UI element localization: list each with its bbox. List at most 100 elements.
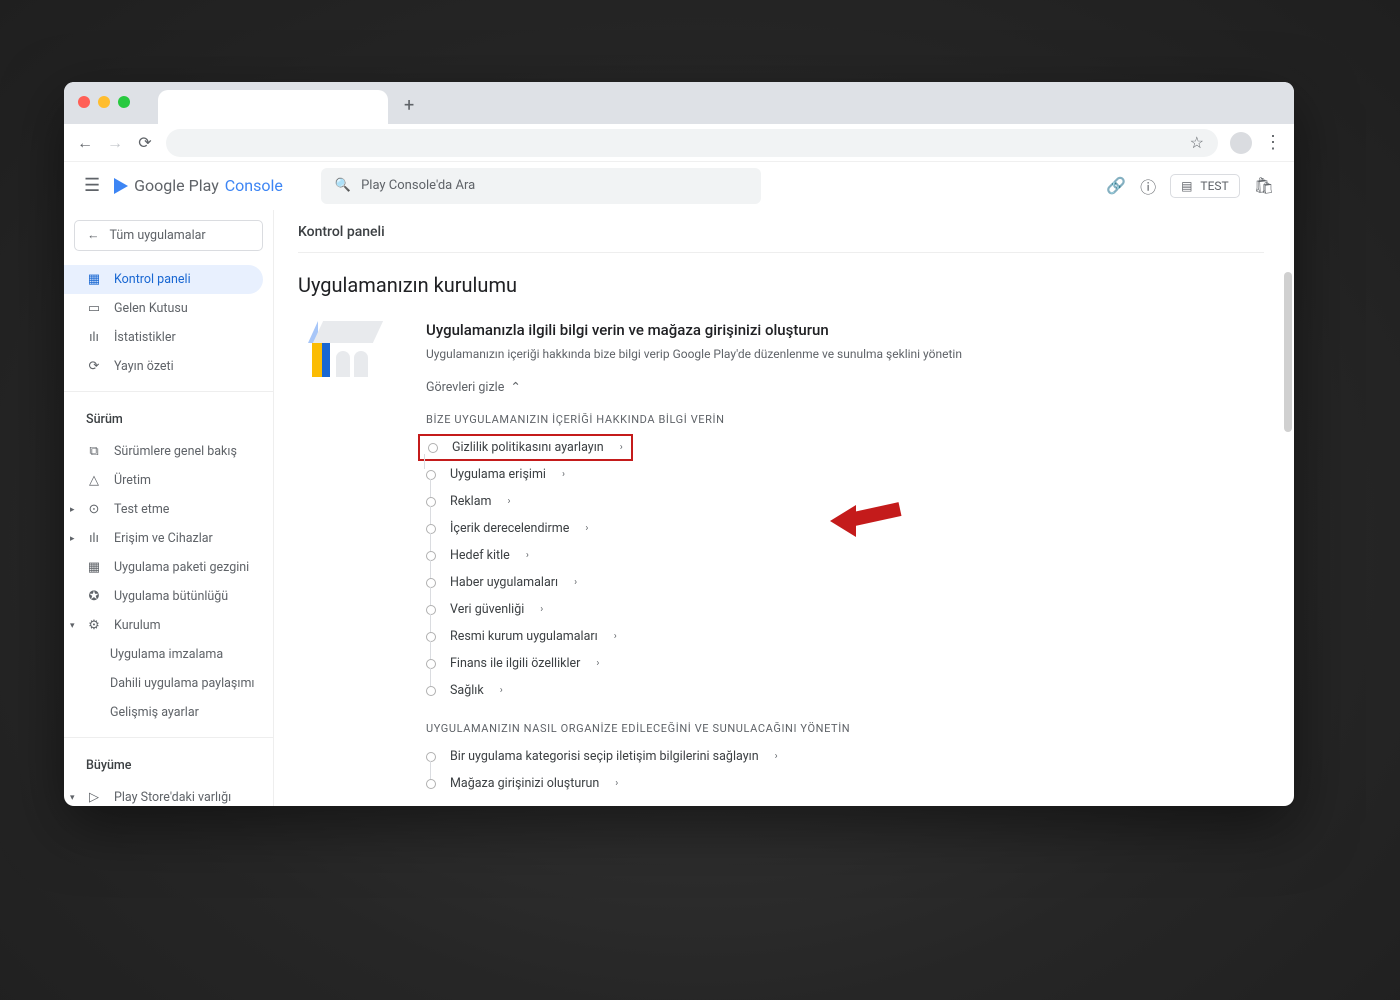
stats-icon: ılı xyxy=(86,330,102,345)
task-status-circle xyxy=(426,578,436,588)
caret-right-icon: ▸ xyxy=(70,505,75,515)
task-financial-features[interactable]: Finans ile ilgili özellikler› xyxy=(426,650,1264,677)
caret-down-icon: ▾ xyxy=(70,793,75,803)
app-search[interactable]: 🔍 Play Console'da Ara xyxy=(321,168,761,204)
address-bar[interactable]: ☆ xyxy=(166,129,1218,157)
sidebar-item-label: İstatistikler xyxy=(114,330,176,345)
sidebar-item-statistics[interactable]: ılı İstatistikler xyxy=(64,323,273,352)
header-actions: 🔗 ⓘ ▤ TEST 🛍 xyxy=(1106,174,1274,198)
new-tab-button[interactable]: + xyxy=(404,95,414,116)
task-content-rating[interactable]: İçerik derecelendirme› xyxy=(426,515,1264,542)
chevron-right-icon: › xyxy=(540,604,543,615)
sidebar-item-setup[interactable]: ▾ ⚙ Kurulum xyxy=(64,611,273,640)
browser-tab-active[interactable] xyxy=(158,90,388,124)
menu-icon[interactable]: ☰ xyxy=(84,175,100,196)
sidebar-item-dashboard[interactable]: ▦ Kontrol paneli xyxy=(64,265,263,294)
reload-button[interactable]: ⟳ xyxy=(136,133,154,152)
task-status-circle xyxy=(428,443,438,453)
task-label: Uygulama erişimi xyxy=(450,467,546,482)
task-list-1: Gizlilik politikasını ayarlayın › Uygula… xyxy=(426,434,1264,704)
help-icon[interactable]: ⓘ xyxy=(1140,174,1156,198)
window-zoom[interactable] xyxy=(118,96,130,108)
browser-toolbar: ← → ⟳ ☆ ⋮ xyxy=(64,124,1294,162)
sidebar-item-publishing-overview[interactable]: ⟳ Yayın özeti xyxy=(64,352,273,381)
browser-menu-icon[interactable]: ⋮ xyxy=(1264,132,1282,153)
panel-subheading: Uygulamanızın içeriği hakkında bize bilg… xyxy=(426,347,1264,361)
task-label: Hedef kitle xyxy=(450,548,510,563)
sidebar-item-production[interactable]: △ Üretim xyxy=(64,466,273,495)
task-create-listing[interactable]: Mağaza girişinizi oluşturun› xyxy=(426,770,1264,797)
app-header: ☰ Google Play Console 🔍 Play Console'da … xyxy=(64,162,1294,210)
panel-illustration xyxy=(298,321,398,381)
sidebar-item-reach-devices[interactable]: ▸ ılı Erişim ve Cihazlar xyxy=(64,524,273,553)
sidebar-item-app-integrity[interactable]: ✪ Uygulama bütünlüğü xyxy=(64,582,273,611)
browser-tabstrip: + xyxy=(64,82,1294,124)
task-status-circle xyxy=(426,686,436,696)
scrollbar-thumb[interactable] xyxy=(1284,272,1292,432)
task-health[interactable]: Sağlık › xyxy=(426,677,1264,704)
task-government-apps[interactable]: Resmi kurum uygulamaları› xyxy=(426,623,1264,650)
sidebar-main-nav: ▦ Kontrol paneli ▭ Gelen Kutusu ılı İsta… xyxy=(64,261,273,385)
task-app-access[interactable]: Uygulama erişimi › xyxy=(426,461,1264,488)
caret-down-icon: ▾ xyxy=(70,621,75,631)
production-icon: △ xyxy=(86,473,102,488)
app-icon: ▤ xyxy=(1181,179,1192,193)
task-label: Sağlık xyxy=(450,683,484,698)
chevron-right-icon: › xyxy=(596,658,599,669)
back-button[interactable]: ← xyxy=(76,133,94,153)
profile-avatar[interactable] xyxy=(1230,132,1252,154)
sidebar-subitem-internal-sharing[interactable]: Dahili uygulama paylaşımı xyxy=(64,669,273,698)
test-app-chip[interactable]: ▤ TEST xyxy=(1170,174,1240,198)
task-target-audience[interactable]: Hedef kitle › xyxy=(426,542,1264,569)
sidebar-item-label: Kurulum xyxy=(114,618,161,633)
back-to-all-apps[interactable]: ← Tüm uygulamalar xyxy=(74,220,263,251)
task-status-circle xyxy=(426,524,436,534)
page-title: Kontrol paneli xyxy=(298,224,1264,253)
sidebar-item-inbox[interactable]: ▭ Gelen Kutusu xyxy=(64,294,273,323)
task-news-apps[interactable]: Haber uygulamaları› xyxy=(426,569,1264,596)
sidebar-item-label: Uygulama bütünlüğü xyxy=(114,589,228,604)
play-console-logo[interactable]: Google Play Console xyxy=(114,176,283,195)
bookmark-star-icon[interactable]: ☆ xyxy=(1190,133,1204,152)
task-ads[interactable]: Reklam› xyxy=(426,488,1264,515)
chevron-right-icon: › xyxy=(507,496,510,507)
chevron-right-icon: › xyxy=(526,550,529,561)
scrollbar-vertical[interactable] xyxy=(1284,212,1292,804)
chevron-right-icon: › xyxy=(562,469,565,480)
sidebar-growth-nav: ▾ ▷ Play Store'daki varlığı Ana mağaza g… xyxy=(64,779,273,806)
sidebar-item-releases-overview[interactable]: ⧉ Sürümlere genel bakış xyxy=(64,437,273,466)
hide-tasks-toggle[interactable]: Görevleri gizle ⌃ xyxy=(426,379,1264,395)
sidebar-item-testing[interactable]: ▸ ⊙ Test etme xyxy=(64,495,273,524)
task-label: Bir uygulama kategorisi seçip iletişim b… xyxy=(450,749,759,764)
task-status-circle xyxy=(426,659,436,669)
sidebar-item-app-bundle-explorer[interactable]: ▦ Uygulama paketi gezgini xyxy=(64,553,273,582)
search-placeholder: Play Console'da Ara xyxy=(361,178,475,193)
hide-tasks-label: Görevleri gizle xyxy=(426,380,504,395)
task-select-category[interactable]: Bir uygulama kategorisi seçip iletişim b… xyxy=(426,743,1264,770)
sidebar-item-label: Üretim xyxy=(114,473,151,488)
window-close[interactable] xyxy=(78,96,90,108)
window-minimize[interactable] xyxy=(98,96,110,108)
window-controls xyxy=(78,96,130,108)
sidebar-item-store-presence[interactable]: ▾ ▷ Play Store'daki varlığı xyxy=(64,783,273,806)
task-status-circle xyxy=(426,551,436,561)
devices-icon: ılı xyxy=(86,531,102,546)
chevron-right-icon: › xyxy=(500,685,503,696)
sidebar-subitem-app-signing[interactable]: Uygulama imzalama xyxy=(64,640,273,669)
sidebar-subitem-advanced-settings[interactable]: Gelişmiş ayarlar xyxy=(64,698,273,727)
task-label: Haber uygulamaları xyxy=(450,575,558,590)
task-data-safety[interactable]: Veri güvenliği› xyxy=(426,596,1264,623)
sidebar-release-nav: ⧉ Sürümlere genel bakış △ Üretim ▸ ⊙ Tes… xyxy=(64,433,273,731)
forward-button[interactable]: → xyxy=(106,133,124,153)
task-label: Mağaza girişinizi oluşturun xyxy=(450,776,599,791)
task-group-title-2: UYGULAMANIZIN NASIL ORGANİZE EDİLECEĞİNİ… xyxy=(426,722,1264,735)
sidebar-section-growth: Büyüme xyxy=(64,744,273,779)
browser-window: + ← → ⟳ ☆ ⋮ ☰ Google Play Console 🔍 Play… xyxy=(64,82,1294,806)
section-title: Uygulamanızın kurulumu xyxy=(298,273,1264,297)
arrow-left-icon: ← xyxy=(87,228,100,243)
chevron-right-icon: › xyxy=(620,442,623,453)
task-privacy-policy[interactable]: Gizlilik politikasını ayarlayın › xyxy=(418,434,633,461)
brand-text-b: Console xyxy=(225,176,283,195)
bag-icon[interactable]: 🛍 xyxy=(1254,176,1274,195)
link-icon[interactable]: 🔗 xyxy=(1106,176,1126,195)
